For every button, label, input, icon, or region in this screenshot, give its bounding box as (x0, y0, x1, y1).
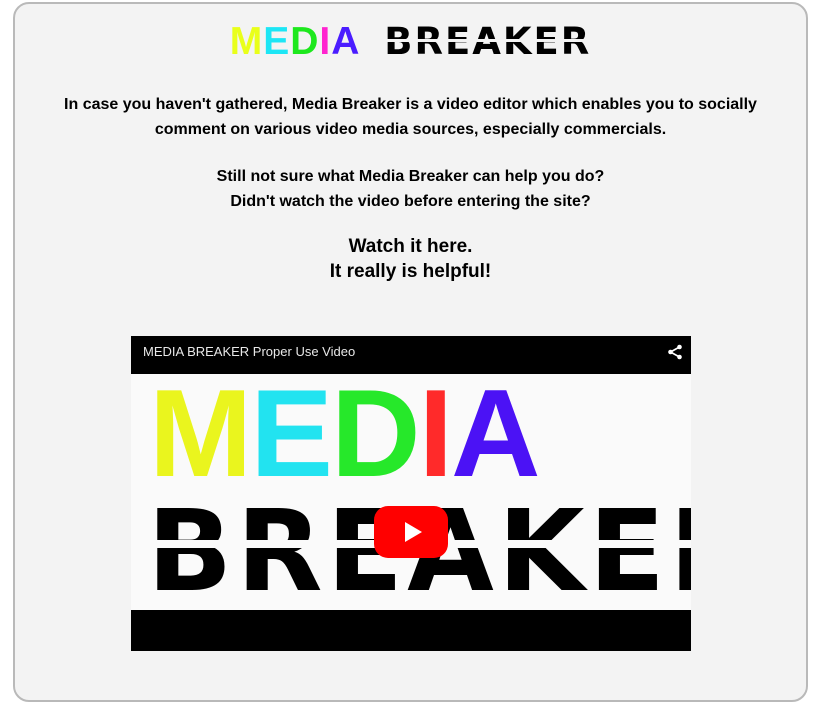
logo-letter-m: M (229, 20, 264, 63)
share-icon[interactable] (667, 344, 683, 360)
cta-line-1: Watch it here. (348, 236, 473, 257)
thumb-letter-e: E (250, 365, 333, 503)
thumb-letter-i: I (418, 365, 453, 503)
intro-line-2: comment on various video media sources, … (154, 121, 667, 138)
thumb-letter-d: D (331, 365, 421, 503)
question-line-2: Didn't watch the video before entering t… (230, 193, 591, 210)
thumb-media-text: MEDIA (149, 365, 541, 503)
thumb-letter-a: A (451, 365, 541, 503)
video-title-bar: MEDIA BREAKER Proper Use Video (131, 336, 691, 368)
video-embed[interactable]: MEDIA BREAKER Proper Use Video MEDIA BRE… (131, 336, 691, 651)
video-title[interactable]: MEDIA BREAKER Proper Use Video (143, 344, 355, 359)
thumb-letter-m: M (149, 365, 252, 503)
cta-text: Watch it here. It really is helpful! (15, 234, 806, 284)
youtube-play-icon[interactable] (374, 506, 448, 558)
logo-media: MEDIA (230, 20, 373, 63)
video-thumbnail[interactable]: MEDIA BREAKER (131, 365, 691, 610)
logo-letter-e: E (263, 20, 291, 63)
site-logo[interactable]: MEDIA BREAKER (15, 22, 806, 61)
intro-line-1: In case you haven't gathered, Media Brea… (64, 96, 757, 113)
question-text: Still not sure what Media Breaker can he… (15, 164, 806, 214)
logo-letter-a: A (331, 20, 361, 63)
logo-letter-i: I (319, 20, 332, 63)
play-triangle-icon (404, 522, 422, 542)
cta-line-2: It really is helpful! (329, 261, 492, 282)
question-line-1: Still not sure what Media Breaker can he… (216, 168, 605, 185)
intro-text: In case you haven't gathered, Media Brea… (15, 92, 806, 142)
logo-letter-d: D (290, 20, 320, 63)
